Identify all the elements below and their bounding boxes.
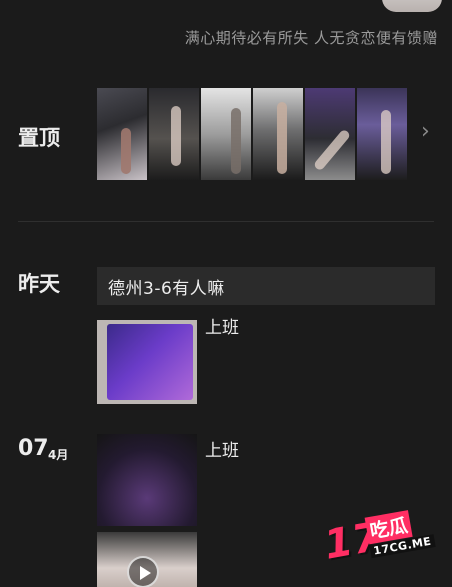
text-post-content: 德州3-6有人嘛 bbox=[108, 278, 225, 299]
pinned-thumbnail[interactable] bbox=[201, 88, 251, 180]
pinned-thumbnail[interactable] bbox=[305, 88, 355, 180]
pinned-thumbnail[interactable] bbox=[357, 88, 407, 180]
text-post-card[interactable]: 德州3-6有人嘛 bbox=[97, 267, 435, 305]
pinned-media-strip[interactable] bbox=[97, 88, 407, 180]
post-caption: 上班 bbox=[205, 441, 239, 461]
moments-page: 满心期待必有所失 人无贪恋便有馈赠 置顶 › 昨天 德州3-6有人嘛 上班 07 bbox=[0, 0, 452, 587]
avatar[interactable] bbox=[382, 0, 442, 12]
post-caption: 上班 bbox=[205, 318, 239, 338]
pinned-thumbnail[interactable] bbox=[253, 88, 303, 180]
pinned-thumbnail[interactable] bbox=[97, 88, 147, 180]
phone-screen-image bbox=[107, 324, 193, 400]
post-thumbnail[interactable] bbox=[97, 320, 197, 404]
section-divider bbox=[18, 221, 434, 222]
pinned-thumbnail[interactable] bbox=[149, 88, 199, 180]
chevron-right-icon[interactable]: › bbox=[421, 121, 430, 143]
watermark-logo: 17 吃瓜 17CG.ME bbox=[321, 503, 436, 580]
post-thumbnail[interactable] bbox=[97, 434, 197, 526]
date-month: 4月 bbox=[48, 448, 69, 462]
yesterday-label: 昨天 bbox=[18, 272, 60, 296]
game-screen-image bbox=[97, 434, 197, 526]
play-icon[interactable] bbox=[127, 556, 159, 587]
profile-signature: 满心期待必有所失 人无贪恋便有馈赠 bbox=[184, 29, 438, 47]
video-thumbnail[interactable] bbox=[97, 532, 197, 587]
pinned-label: 置顶 bbox=[18, 126, 60, 150]
date-day: 07 bbox=[18, 436, 49, 461]
